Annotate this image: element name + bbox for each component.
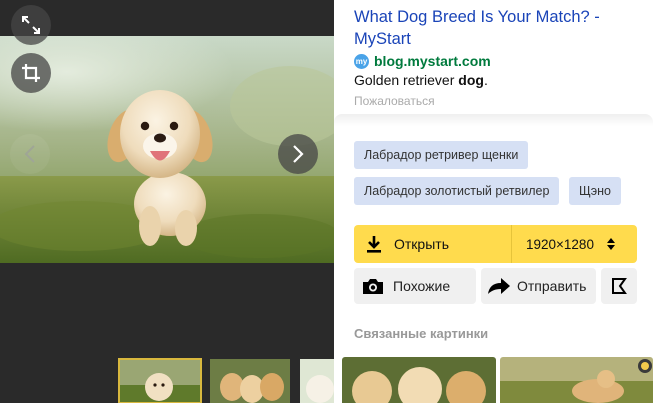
tag-chip[interactable]: Щэно [569, 177, 621, 205]
chevron-right-icon [293, 145, 304, 163]
share-button[interactable]: Отправить [481, 268, 596, 304]
result-title-link[interactable]: What Dog Breed Is Your Match? - MyStart [354, 6, 644, 50]
collection-flag-icon [612, 278, 627, 294]
crop-icon [22, 64, 40, 82]
similar-label: Похожие [393, 278, 451, 294]
related-image[interactable] [342, 357, 496, 403]
source-domain-link[interactable]: blog.mystart.com [374, 53, 491, 69]
camera-icon [363, 279, 383, 294]
add-to-collection-button[interactable] [601, 268, 637, 304]
size-value: 1920×1280 [526, 236, 594, 252]
source-site[interactable]: my blog.mystart.com [354, 52, 491, 70]
chevron-left-icon [24, 145, 35, 163]
section-divider [334, 114, 653, 126]
tag-chip[interactable]: Лабрадор ретривер щенки [354, 141, 529, 169]
previous-image-button[interactable] [10, 134, 50, 174]
related-images-heading: Связанные картинки [354, 326, 489, 341]
open-image-button[interactable]: Открыть [354, 225, 511, 263]
share-label: Отправить [517, 278, 587, 294]
expand-icon [22, 16, 40, 34]
open-image-bar: Открыть 1920×1280 [354, 225, 637, 263]
similar-images-button[interactable]: Похожие [354, 268, 476, 304]
open-label: Открыть [394, 236, 449, 252]
tag-chip[interactable]: Лабрадор золотистый ретвилер [354, 177, 560, 205]
sort-arrows-icon [606, 238, 615, 250]
complain-link[interactable]: Пожаловаться [354, 94, 435, 108]
image-details-panel: What Dog Breed Is Your Match? - MyStart … [334, 0, 653, 403]
thumbnail-strip [0, 358, 334, 403]
expand-button[interactable] [11, 5, 51, 45]
crop-button[interactable] [11, 53, 51, 93]
thumbnail[interactable] [210, 359, 290, 403]
size-select[interactable]: 1920×1280 [512, 225, 637, 263]
download-icon [367, 236, 381, 253]
next-image-button[interactable] [278, 134, 318, 174]
thumbnail-current[interactable] [118, 358, 202, 403]
result-snippet: Golden retriever dog. [354, 72, 488, 88]
share-arrow-icon [488, 278, 510, 294]
site-logo-icon: my [354, 53, 369, 69]
thumbnail[interactable] [300, 359, 334, 403]
image-viewer [0, 0, 334, 403]
related-image[interactable] [500, 357, 653, 403]
